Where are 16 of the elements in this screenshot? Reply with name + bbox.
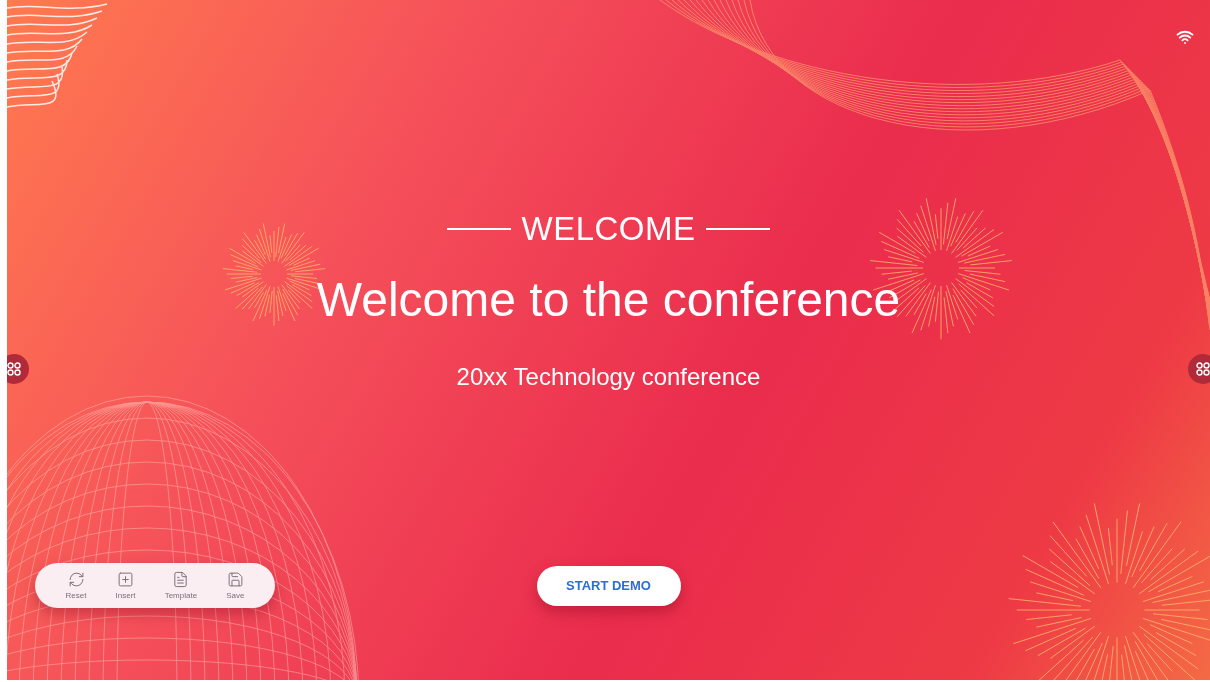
save-button[interactable]: Save (224, 569, 247, 602)
conference-title: Welcome to the conference (316, 272, 901, 327)
grid-icon (1196, 362, 1210, 376)
conference-subtitle: 20xx Technology conference (456, 363, 761, 391)
grid-icon (7, 362, 21, 376)
side-menu-handle[interactable] (7, 354, 29, 384)
square-plus-icon (117, 571, 135, 588)
reset-button[interactable]: Reset (63, 569, 89, 602)
welcome-heading: WELCOME (521, 210, 696, 248)
side-menu-handle[interactable] (1188, 354, 1210, 384)
template-button[interactable]: Template (162, 569, 200, 602)
insert-button[interactable]: Insert (113, 569, 138, 602)
refresh-icon (67, 571, 85, 588)
document-icon (172, 571, 190, 588)
start-demo-button[interactable]: START DEMO (536, 565, 681, 606)
wifi-icon (1176, 28, 1194, 46)
